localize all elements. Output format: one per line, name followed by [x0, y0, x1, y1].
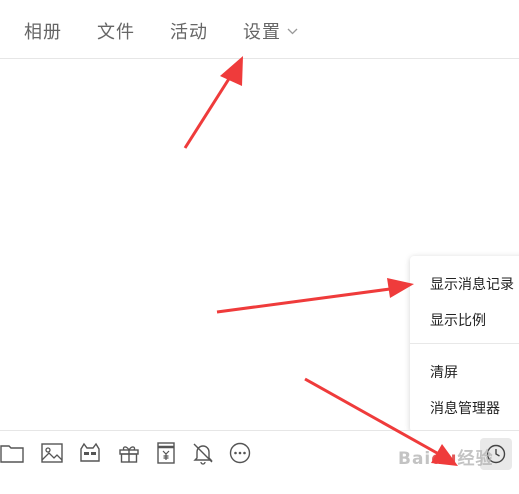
menu-divider	[410, 343, 519, 344]
tab-settings[interactable]: 设置	[243, 18, 298, 44]
chevron-down-icon	[287, 19, 298, 40]
settings-context-menu: 显示消息记录 显示比例 清屏 消息管理器	[410, 256, 519, 432]
menu-item-clear-screen[interactable]: 清屏	[430, 362, 458, 382]
menu-item-show-history[interactable]: 显示消息记录	[430, 274, 514, 294]
baidu-watermark: Baidu经验	[398, 449, 494, 469]
menu-item-message-manager[interactable]: 消息管理器	[430, 398, 500, 418]
tab-files[interactable]: 文件	[97, 18, 135, 44]
folder-icon[interactable]	[0, 441, 24, 465]
gift-icon[interactable]	[117, 441, 141, 465]
more-icon[interactable]	[228, 441, 252, 465]
tab-settings-label: 设置	[243, 22, 281, 43]
bell-off-icon[interactable]	[191, 441, 215, 465]
top-tab-bar: 相册 文件 活动 设置	[0, 0, 519, 59]
menu-item-display-scale[interactable]: 显示比例	[430, 310, 486, 330]
tab-album[interactable]: 相册	[24, 18, 62, 44]
tab-activity[interactable]: 活动	[170, 18, 208, 44]
red-envelope-icon[interactable]	[154, 441, 178, 465]
image-icon[interactable]	[40, 441, 64, 465]
emoji-cat-icon[interactable]	[78, 441, 102, 465]
